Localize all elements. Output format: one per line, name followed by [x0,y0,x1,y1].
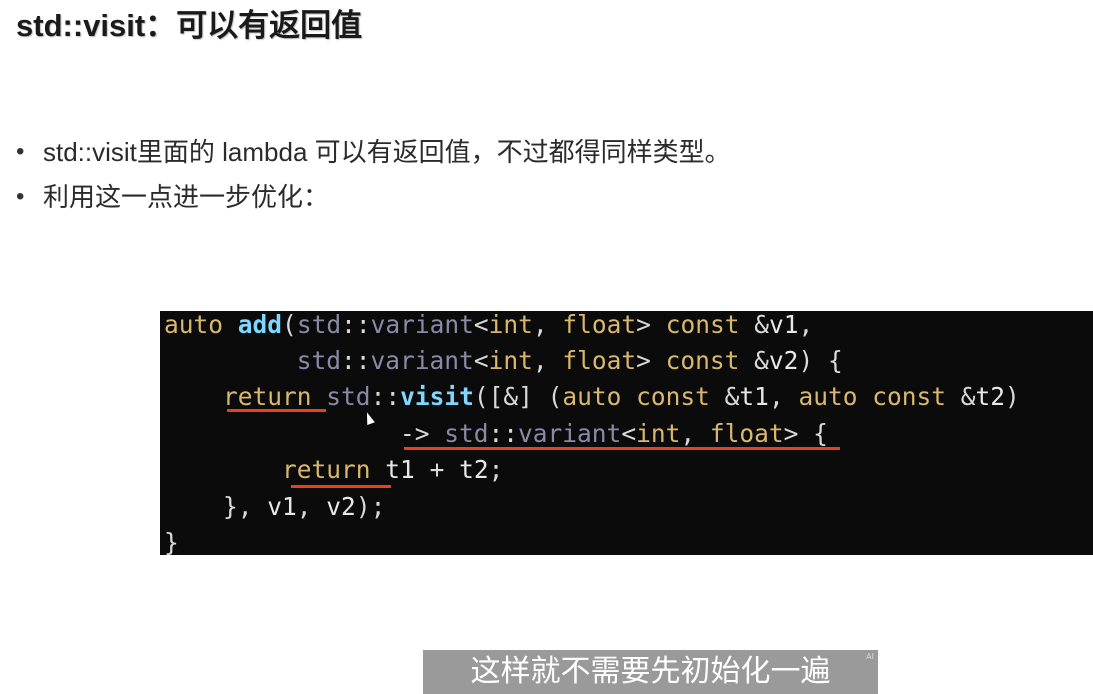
code-line: -> std::variant<int, float> { [164,419,828,448]
code-line: std::variant<int, float> const &v2) { [296,346,843,375]
code-line: }, v1, v2); [164,492,386,521]
bullet-item: std::visit里面的 lambda 可以有返回值，不过都得同样类型。 [14,132,731,177]
video-subtitle: 这样就不需要先初始化一遍 AI [423,650,878,694]
ai-mark: AI [866,652,874,661]
slide-title: std::visit：可以有返回值 [16,8,363,43]
code-block: auto add(std::variant<int, float> const … [160,311,1093,555]
bullet-list: std::visit里面的 lambda 可以有返回值，不过都得同样类型。 利用… [14,132,731,222]
inner-return-underline [291,485,391,488]
bullet-item: 利用这一点进一步优化： [14,177,731,222]
return-type-underline [404,447,840,450]
code-line: } [164,528,179,556]
code-line: auto add(std::variant<int, float> const … [164,311,814,339]
return-underline [227,409,326,412]
subtitle-text: 这样就不需要先初始化一遍 [470,654,831,689]
code-line: return std::visit([&] (auto const &t1, a… [223,382,1020,411]
